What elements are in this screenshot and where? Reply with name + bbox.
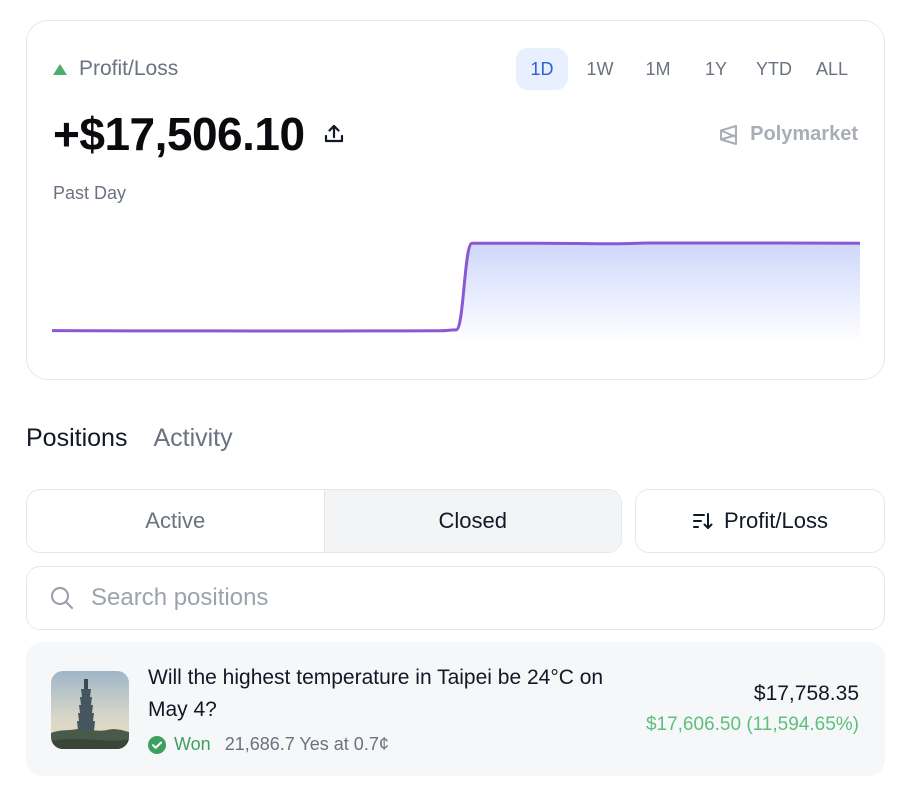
timeframe-selector: 1D 1W 1M 1Y YTD ALL [516, 48, 858, 90]
brand-name: Polymarket [750, 123, 858, 145]
sort-icon [693, 513, 713, 529]
pl-chart-area [456, 243, 860, 343]
timeframe-all[interactable]: ALL [806, 48, 858, 90]
search-box [26, 566, 885, 630]
period-label: Past Day [53, 183, 127, 203]
search-input[interactable] [91, 584, 791, 612]
section-tabs: Positions Activity [26, 424, 233, 453]
pl-label: Profit/Loss [79, 57, 179, 80]
market-title[interactable]: Will the highest temperature in Taipei b… [148, 662, 608, 726]
share-icon [324, 124, 343, 143]
sort-label: Profit/Loss [724, 508, 828, 533]
amount-row: +$17,506.10 [53, 107, 345, 161]
position-row[interactable]: Will the highest temperature in Taipei b… [26, 642, 885, 776]
status-segmented-control: Active Closed [26, 489, 622, 553]
profit-loss-card: Profit/Loss 1D 1W 1M 1Y YTD ALL +$17,506… [26, 20, 885, 380]
tab-positions[interactable]: Positions [26, 424, 127, 453]
timeframe-1d[interactable]: 1D [516, 48, 568, 90]
sort-button[interactable]: Profit/Loss [635, 489, 885, 553]
share-button[interactable] [323, 123, 345, 145]
pl-chart [52, 241, 860, 343]
position-meta: Won 21,686.7 Yes at 0.7¢ [148, 734, 389, 755]
segment-active[interactable]: Active [27, 490, 324, 552]
segment-closed[interactable]: Closed [323, 490, 621, 552]
timeframe-1m[interactable]: 1M [632, 48, 684, 90]
position-pnl: $17,606.50 (11,594.65%) [645, 714, 859, 735]
polymarket-logo-icon [720, 124, 738, 145]
pl-amount: +$17,506.10 [53, 108, 305, 160]
tab-activity[interactable]: Activity [153, 424, 232, 453]
position-value: $17,758.35 [753, 682, 859, 705]
search-icon [50, 586, 74, 610]
position-shares: 21,686.7 Yes at 0.7¢ [224, 734, 389, 754]
position-status: Won [174, 734, 211, 754]
timeframe-1y[interactable]: 1Y [690, 48, 742, 90]
trend-up-icon [53, 63, 67, 75]
market-thumbnail [51, 671, 129, 749]
check-circle-icon [148, 735, 166, 754]
timeframe-1w[interactable]: 1W [574, 48, 626, 90]
brand: Polymarket [718, 123, 858, 146]
timeframe-ytd[interactable]: YTD [748, 48, 800, 90]
pl-header: Profit/Loss [53, 57, 178, 81]
